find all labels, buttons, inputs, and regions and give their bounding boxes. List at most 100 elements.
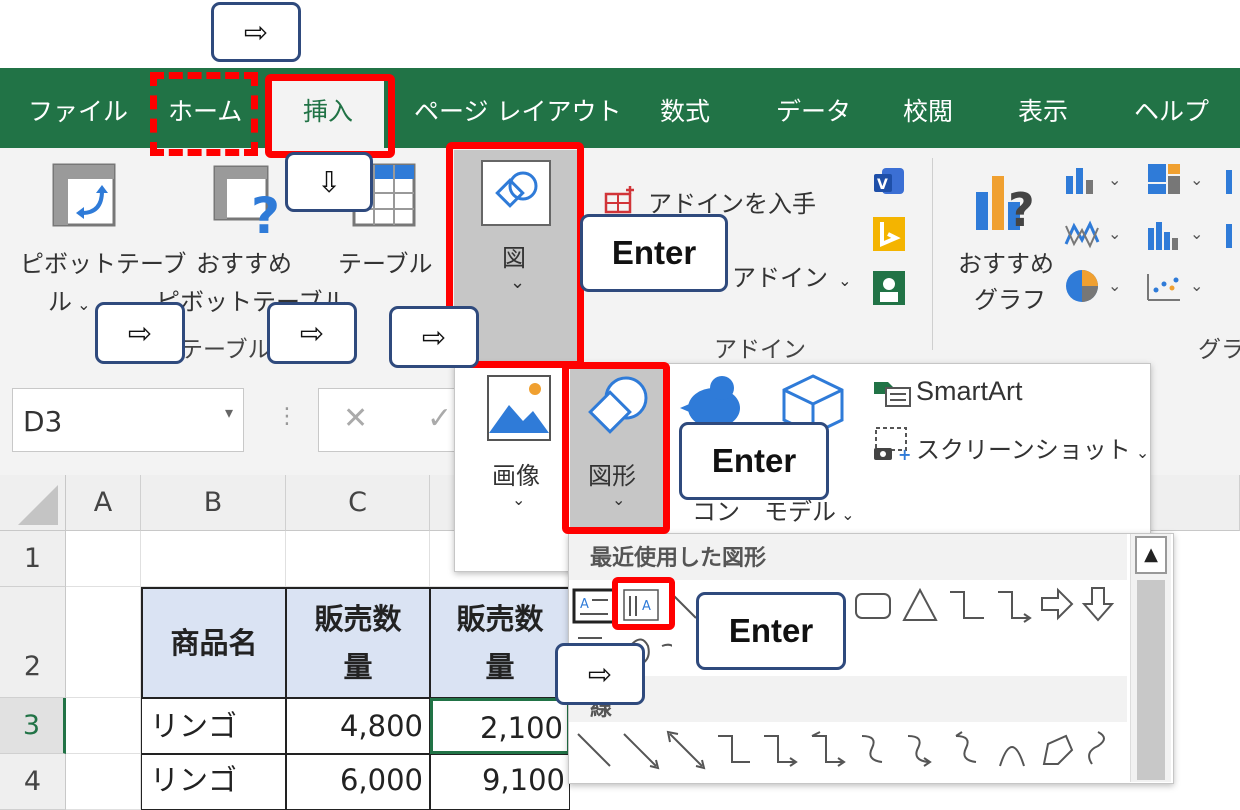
svg-text:?: ? — [1008, 183, 1035, 234]
pivot-table-label-1[interactable]: ピボットテーブ — [20, 244, 187, 279]
cell-product[interactable]: リンゴ — [141, 698, 286, 754]
scatter-chart-icon[interactable] — [1146, 272, 1182, 302]
callout-arrow-right: ⇨ — [389, 306, 479, 368]
cell[interactable] — [66, 531, 141, 587]
my-addins-label: アドイン — [732, 264, 828, 292]
lines-shapes-row — [572, 728, 1128, 772]
cell[interactable] — [66, 698, 141, 754]
table-header-sales-qty-1[interactable]: 販売数 量 — [285, 587, 431, 699]
chevron-down-icon: ▾ — [224, 403, 233, 422]
tab-page-layout[interactable]: ページ レイアウト — [414, 68, 621, 148]
picture-icon — [487, 375, 551, 441]
gallery-section-bg — [569, 676, 1127, 722]
callout-arrow-right: ⇨ — [95, 302, 185, 364]
hierarchy-chart-icon[interactable] — [1146, 162, 1182, 196]
smartart-button[interactable]: SmartArt — [916, 376, 1023, 407]
table-label[interactable]: テーブル — [338, 244, 433, 279]
callout-arrow-right: ⇨ — [267, 302, 357, 364]
chevron-down-icon: ⌄ — [1108, 170, 1122, 189]
drag-handle-icon[interactable]: ⋮ — [276, 404, 298, 429]
select-all-corner[interactable] — [0, 475, 66, 531]
recommended-charts-label-1[interactable]: おすすめ — [958, 244, 1054, 279]
group-label-addins: アドイン — [714, 337, 806, 363]
store-icon — [604, 184, 636, 214]
chevron-down-icon: ⌄ — [1108, 276, 1122, 295]
callout-arrow-right: ⇨ — [211, 2, 301, 62]
column-header-c[interactable]: C — [286, 475, 430, 531]
screenshot-icon: + — [872, 426, 912, 462]
dashed-highlight-home — [150, 72, 258, 156]
cell-sales[interactable]: 6,000 — [286, 754, 430, 810]
name-box-value: D3 — [23, 405, 63, 438]
cell[interactable] — [286, 531, 430, 587]
row-header-3[interactable]: 3 — [0, 698, 66, 754]
chevron-down-icon: ⌄ — [72, 295, 91, 314]
header-line: 販売数 — [456, 602, 544, 636]
cell-product[interactable]: リンゴ — [141, 754, 286, 810]
chevron-down-icon: ⌄ — [828, 271, 852, 290]
row-header-2[interactable]: 2 — [0, 587, 66, 698]
column-header-b[interactable]: B — [141, 475, 286, 531]
table-header-product[interactable]: 商品名 — [141, 587, 287, 699]
callout-arrow-down: ⇩ — [285, 152, 373, 212]
svg-text:A: A — [580, 597, 589, 612]
my-addins-button[interactable]: アドイン ⌄ — [732, 258, 852, 293]
cancel-icon[interactable]: ✕ — [343, 401, 368, 436]
gallery-scrollbar[interactable]: ▲ — [1130, 534, 1171, 782]
highlight-shapes — [562, 362, 670, 534]
pie-chart-icon[interactable] — [1064, 268, 1100, 304]
picture-label[interactable]: 画像 — [492, 456, 540, 491]
bing-maps-icon[interactable] — [872, 216, 906, 252]
recommended-charts-label-2[interactable]: グラフ — [974, 280, 1046, 315]
header-line: 量 — [485, 650, 515, 684]
tab-view[interactable]: 表示 — [1018, 68, 1068, 148]
cell[interactable] — [66, 587, 141, 698]
ribbon-separator — [932, 158, 933, 350]
people-graph-icon[interactable] — [872, 270, 906, 306]
confirm-icon[interactable]: ✓ — [427, 401, 452, 436]
recent-shapes-title: 最近使用した図形 — [590, 546, 767, 571]
table-header-sales-qty-2[interactable]: 販売数 量 — [429, 587, 571, 699]
chevron-down-icon: ⌄ — [1190, 224, 1204, 243]
cell-sales[interactable]: 4,800 — [286, 698, 430, 754]
cell-sales[interactable]: 9,100 — [430, 754, 570, 810]
recommended-charts-icon: ? — [972, 166, 1044, 234]
cell[interactable] — [141, 531, 286, 587]
tab-help[interactable]: ヘルプ — [1134, 68, 1209, 148]
cell[interactable] — [66, 754, 141, 810]
name-box[interactable]: D3 ▾ — [12, 388, 244, 452]
cell-selected[interactable]: 2,100 — [430, 698, 570, 754]
more-charts-icons — [1224, 166, 1240, 306]
group-label-table: テーブル — [180, 337, 271, 363]
scroll-up-icon[interactable]: ▲ — [1135, 536, 1167, 574]
chevron-down-icon: ⌄ — [836, 505, 855, 524]
callout-enter: Enter — [696, 592, 846, 670]
formula-buttons: ✕ ✓ — [318, 388, 458, 452]
callout-arrow-right: ⇨ — [555, 643, 645, 705]
row-header-4[interactable]: 4 — [0, 754, 66, 810]
visio-icon[interactable]: V — [872, 166, 906, 198]
column-header-a[interactable]: A — [66, 475, 141, 531]
pivot-table-label-2[interactable]: ル ⌄ — [48, 282, 91, 317]
svg-text:V: V — [877, 177, 888, 193]
statistic-chart-icon[interactable] — [1146, 220, 1182, 250]
chevron-down-icon: ⌄ — [1108, 224, 1122, 243]
pivot-table-label-2-text: ル — [48, 288, 72, 316]
column-chart-icon[interactable] — [1064, 166, 1100, 194]
chevron-down-icon: ⌄ — [1190, 276, 1204, 295]
svg-text:+: + — [898, 445, 911, 462]
tab-review[interactable]: 校閲 — [903, 68, 953, 148]
highlight-insert-tab — [265, 74, 395, 158]
3d-models-label: モデル — [764, 498, 836, 526]
row-header-1[interactable]: 1 — [0, 531, 66, 587]
tab-formulas[interactable]: 数式 — [660, 68, 710, 148]
callout-enter: Enter — [679, 422, 829, 500]
tab-data[interactable]: データ — [776, 68, 851, 148]
svg-text:?: ? — [251, 187, 280, 237]
line-chart-icon[interactable] — [1064, 220, 1100, 250]
scrollbar-thumb[interactable] — [1137, 580, 1165, 780]
recommended-pivot-label-1[interactable]: おすすめ — [196, 244, 292, 279]
chevron-down-icon: ⌄ — [1130, 443, 1150, 462]
screenshot-button[interactable]: スクリーンショット ⌄ — [916, 430, 1149, 465]
tab-file[interactable]: ファイル — [28, 68, 128, 148]
